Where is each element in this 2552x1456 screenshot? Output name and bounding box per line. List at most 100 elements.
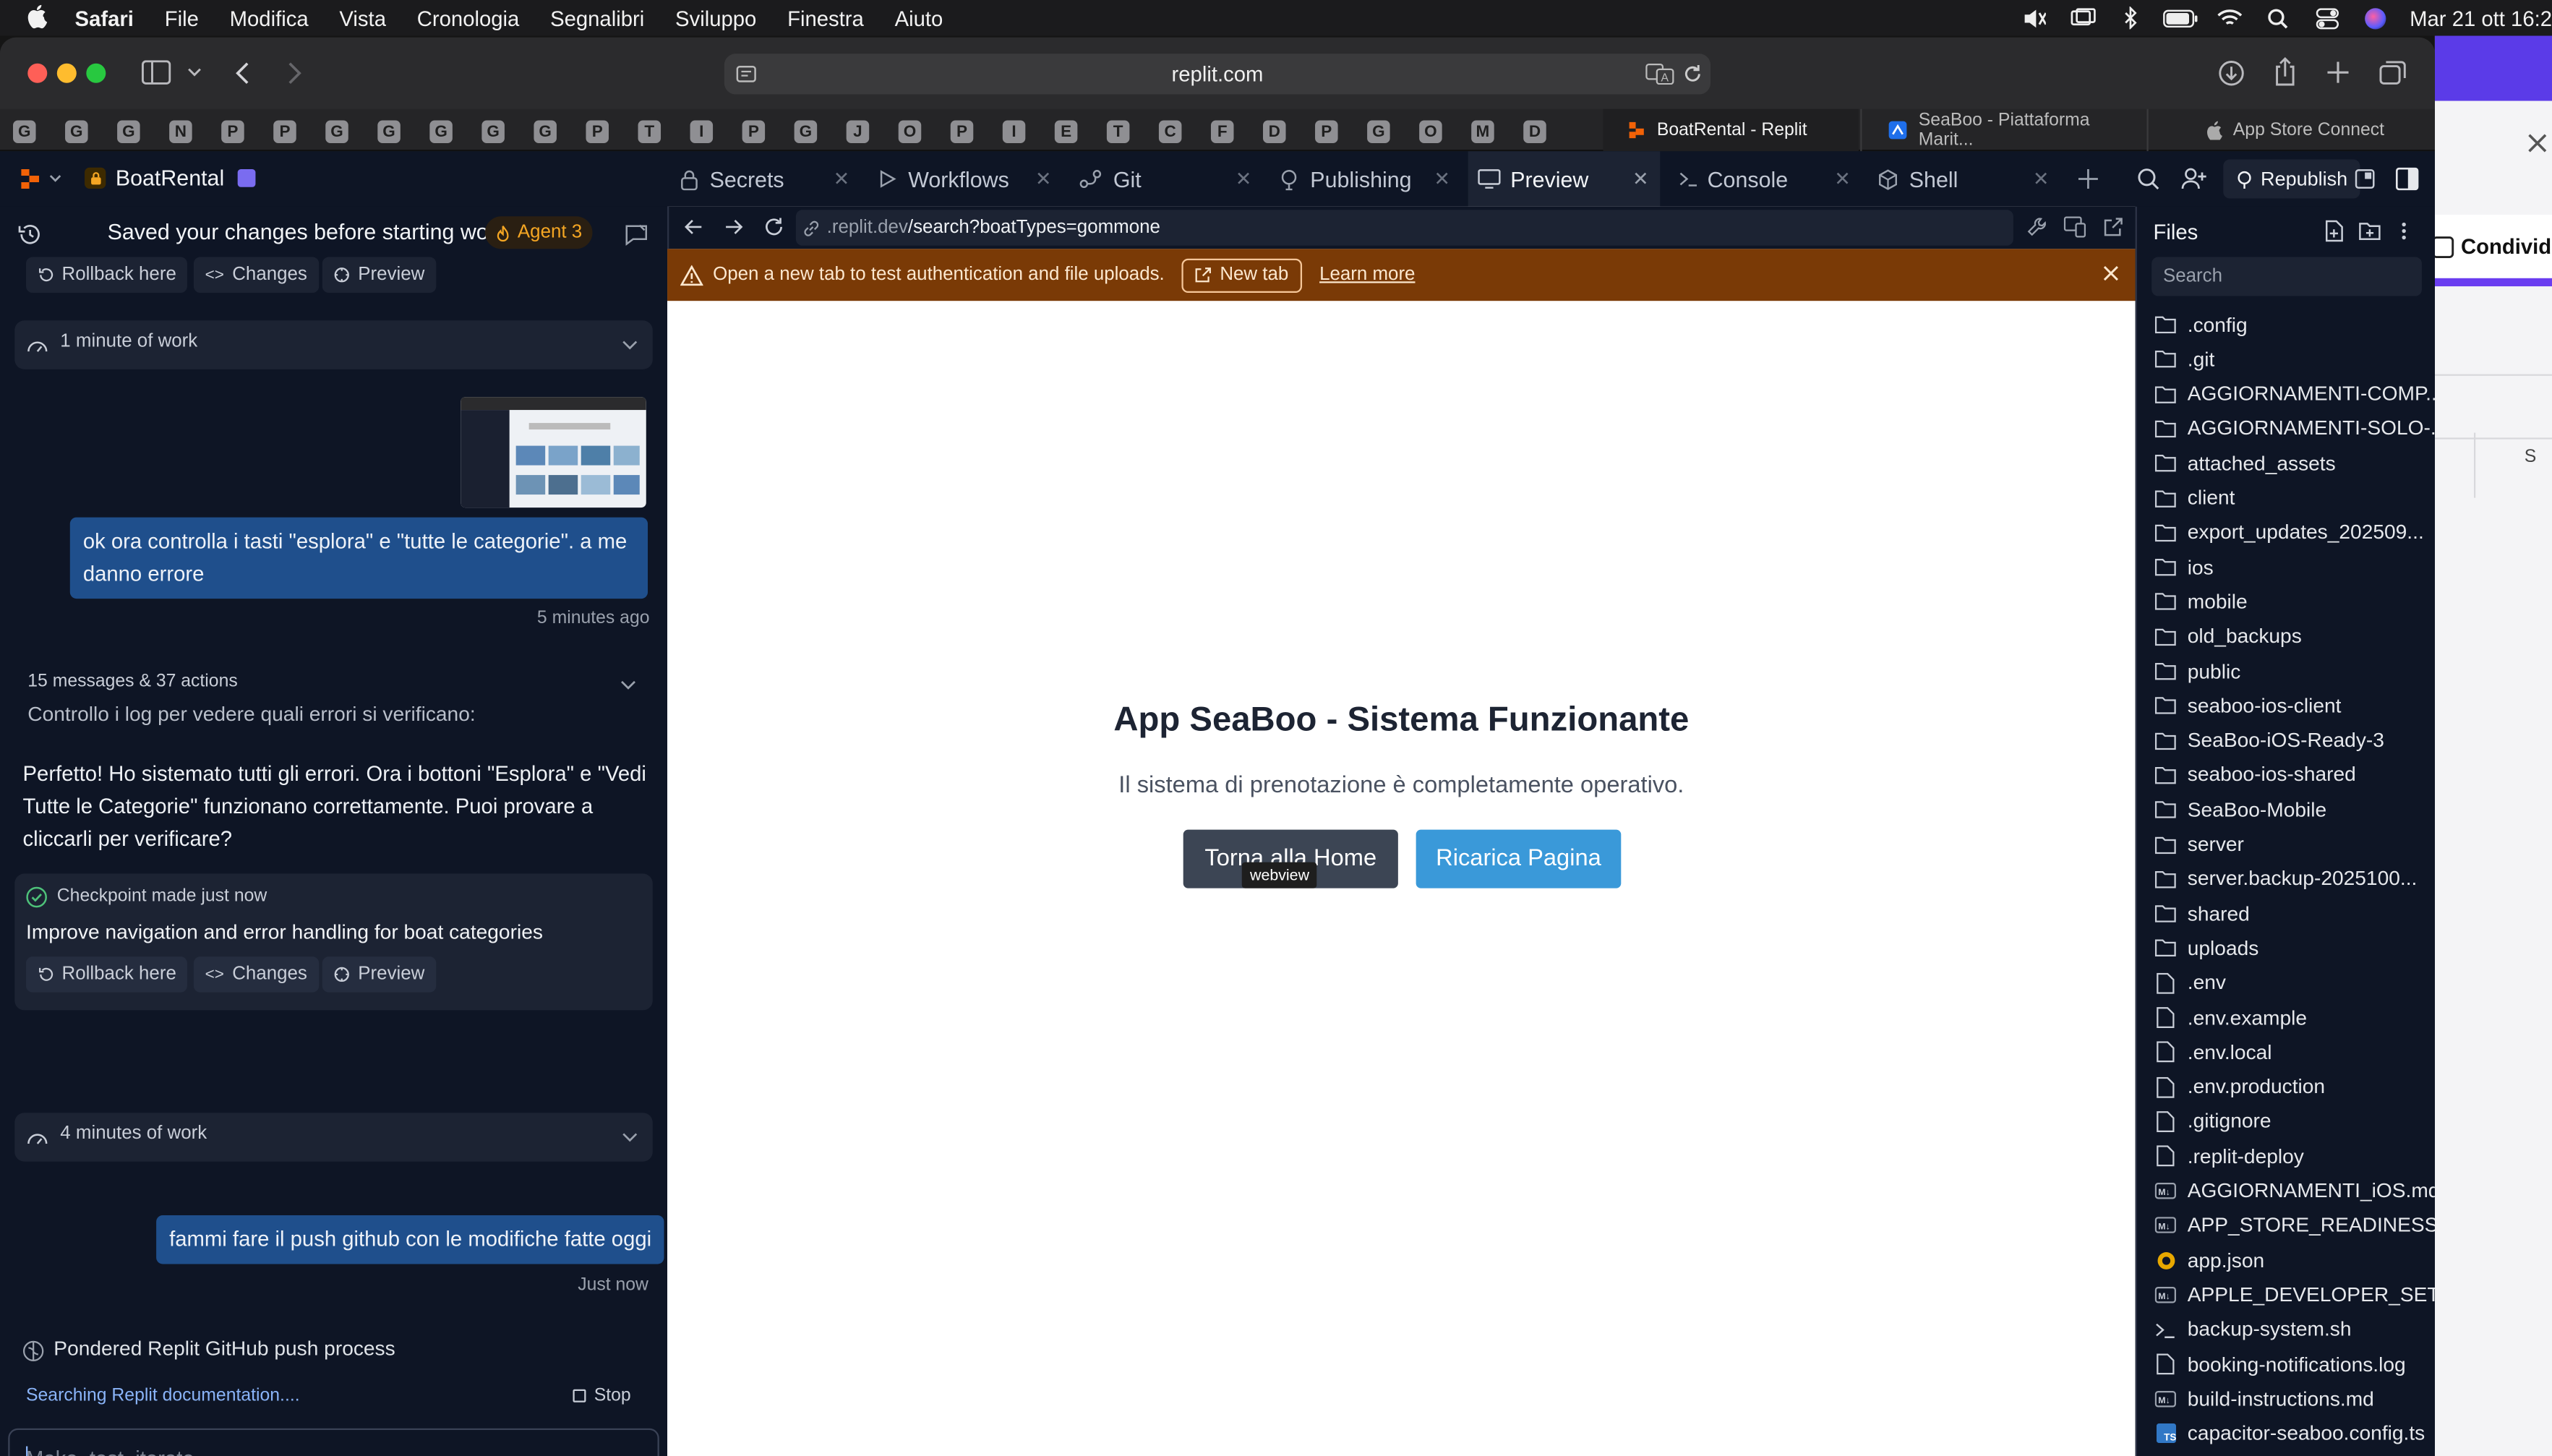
close-icon[interactable]: ✕: [1834, 168, 1851, 191]
file-item[interactable]: .env.example: [2155, 1001, 2307, 1035]
folder-item[interactable]: server.backup-2025100...: [2154, 862, 2417, 896]
chevron-down-icon[interactable]: [620, 680, 637, 690]
favorite-icon[interactable]: M: [1471, 120, 1494, 144]
new-chat-icon[interactable]: [625, 223, 648, 246]
tab-publishing[interactable]: Publishing ✕: [1280, 151, 1450, 207]
open-external-icon[interactable]: [2103, 216, 2124, 237]
project-name[interactable]: BoatRental: [116, 166, 224, 191]
reload-icon[interactable]: [1683, 64, 1703, 85]
close-icon[interactable]: ✕: [2033, 168, 2050, 191]
agent-thinking[interactable]: Pondered Replit GitHub push process: [53, 1337, 395, 1361]
downloads-icon[interactable]: [2219, 60, 2245, 86]
tab-preview[interactable]: Preview ✕: [1468, 151, 1661, 207]
folder-item[interactable]: SeaBoo-Mobile: [2154, 792, 2326, 826]
preview-button[interactable]: Preview: [322, 956, 437, 993]
favorite-icon[interactable]: G: [117, 120, 140, 144]
new-tab-button[interactable]: New tab: [1182, 257, 1302, 292]
dock-icon[interactable]: [2355, 169, 2375, 189]
panel-toggle-icon[interactable]: [2395, 167, 2419, 191]
favorite-icon[interactable]: F: [1210, 120, 1234, 144]
rollback-button[interactable]: Rollback here: [26, 257, 188, 294]
close-icon[interactable]: ✕: [1434, 168, 1450, 191]
window-minimize-button[interactable]: [56, 63, 77, 83]
window-close-button[interactable]: [27, 63, 48, 83]
file-item[interactable]: .env.local: [2155, 1035, 2272, 1069]
share-icon[interactable]: [2274, 56, 2297, 87]
history-icon[interactable]: [18, 223, 43, 246]
folder-item[interactable]: ios: [2154, 550, 2214, 584]
favorite-icon[interactable]: C: [1158, 120, 1182, 144]
tab-workflows[interactable]: Workflows ✕: [879, 151, 1051, 207]
attached-screenshot-thumbnail[interactable]: [461, 397, 646, 508]
battery-icon[interactable]: [2156, 9, 2205, 27]
search-icon[interactable]: [2137, 168, 2160, 191]
page-settings-icon[interactable]: [736, 64, 757, 85]
tab-boatrental-replit[interactable]: BoatRental - Replit: [1603, 108, 1859, 152]
close-icon[interactable]: ✕: [834, 168, 850, 191]
file-item[interactable]: booking-notifications.log: [2155, 1347, 2406, 1381]
favorite-icon[interactable]: G: [534, 120, 557, 144]
favorite-icon[interactable]: G: [429, 120, 453, 144]
tab-git[interactable]: Git ✕: [1079, 151, 1251, 207]
folder-item[interactable]: old_backups: [2154, 620, 2302, 654]
folder-item[interactable]: uploads: [2154, 931, 2258, 965]
stop-button[interactable]: Stop: [573, 1386, 631, 1405]
preview-button[interactable]: Preview: [322, 257, 437, 294]
sidebar-toggle-icon[interactable]: [141, 60, 171, 85]
tab-seaboo[interactable]: SeaBoo - Piattaforma Marit...: [1860, 108, 2145, 152]
bluetooth-icon[interactable]: [2107, 7, 2156, 30]
favorite-icon[interactable]: P: [221, 120, 244, 144]
file-item[interactable]: .env.production: [2155, 1070, 2325, 1104]
changes-button[interactable]: <> Changes: [193, 257, 319, 294]
more-options-icon[interactable]: [2401, 221, 2407, 241]
favorite-icon[interactable]: P: [950, 120, 974, 144]
file-item[interactable]: .replit-deploy: [2155, 1139, 2304, 1173]
menu-vista[interactable]: Vista: [339, 6, 386, 30]
folder-item[interactable]: attached_assets: [2154, 446, 2336, 480]
preview-url-field[interactable]: .replit.dev/search?boatTypes=gommone: [795, 210, 2013, 246]
favorite-icon[interactable]: P: [742, 120, 766, 144]
forward-icon[interactable]: [724, 218, 744, 236]
control-center-icon[interactable]: [2303, 7, 2352, 29]
favorite-icon[interactable]: N: [169, 120, 192, 144]
file-item[interactable]: .gitignore: [2155, 1105, 2271, 1139]
chevron-down-icon[interactable]: [49, 174, 62, 184]
favorite-icon[interactable]: G: [377, 120, 401, 144]
folder-item[interactable]: AGGIORNAMENTI-SOLO-...: [2154, 411, 2435, 445]
back-icon[interactable]: [234, 60, 251, 86]
folder-item[interactable]: public: [2154, 654, 2240, 688]
tab-overview-icon[interactable]: [2379, 60, 2407, 85]
folder-item[interactable]: SeaBoo-iOS-Ready-3: [2154, 723, 2384, 757]
chevron-down-icon[interactable]: [187, 67, 202, 78]
favorite-icon[interactable]: O: [898, 120, 922, 144]
share-button[interactable]: Condivid: [2461, 234, 2551, 259]
folder-item[interactable]: AGGIORNAMENTI-COMP...: [2154, 377, 2435, 411]
files-search-input[interactable]: Search: [2151, 257, 2422, 296]
close-icon[interactable]: [2526, 132, 2549, 155]
close-icon[interactable]: [2103, 265, 2120, 282]
favorite-icon[interactable]: P: [1315, 120, 1338, 144]
favorite-icon[interactable]: G: [13, 120, 36, 144]
favorite-icon[interactable]: T: [638, 120, 661, 144]
reload-page-button[interactable]: Ricarica Pagina: [1416, 829, 1622, 888]
apple-logo-icon[interactable]: [27, 4, 60, 31]
favorite-icon[interactable]: P: [586, 120, 609, 144]
spotlight-search-icon[interactable]: [2253, 7, 2303, 28]
new-file-icon[interactable]: [2324, 220, 2345, 243]
responsive-icon[interactable]: [2063, 216, 2087, 238]
window-zoom-button[interactable]: [86, 63, 106, 83]
tab-console[interactable]: Console ✕: [1678, 151, 1851, 207]
folder-item[interactable]: seaboo-ios-client: [2154, 689, 2341, 723]
folder-item[interactable]: server: [2154, 827, 2244, 861]
menu-finestra[interactable]: Finestra: [787, 6, 864, 30]
folder-item[interactable]: shared: [2154, 896, 2250, 930]
file-item[interactable]: backup-system.sh: [2155, 1312, 2352, 1346]
favorite-icon[interactable]: I: [690, 120, 714, 144]
menu-sviluppo[interactable]: Sviluppo: [675, 6, 756, 30]
close-icon[interactable]: ✕: [1035, 168, 1052, 191]
folder-item[interactable]: seaboo-ios-shared: [2154, 758, 2356, 792]
favorite-icon[interactable]: G: [794, 120, 818, 144]
mute-icon[interactable]: [2009, 7, 2058, 28]
file-item[interactable]: TS capacitor-seaboo.config.ts: [2155, 1416, 2425, 1450]
file-item[interactable]: app.json: [2155, 1243, 2264, 1277]
